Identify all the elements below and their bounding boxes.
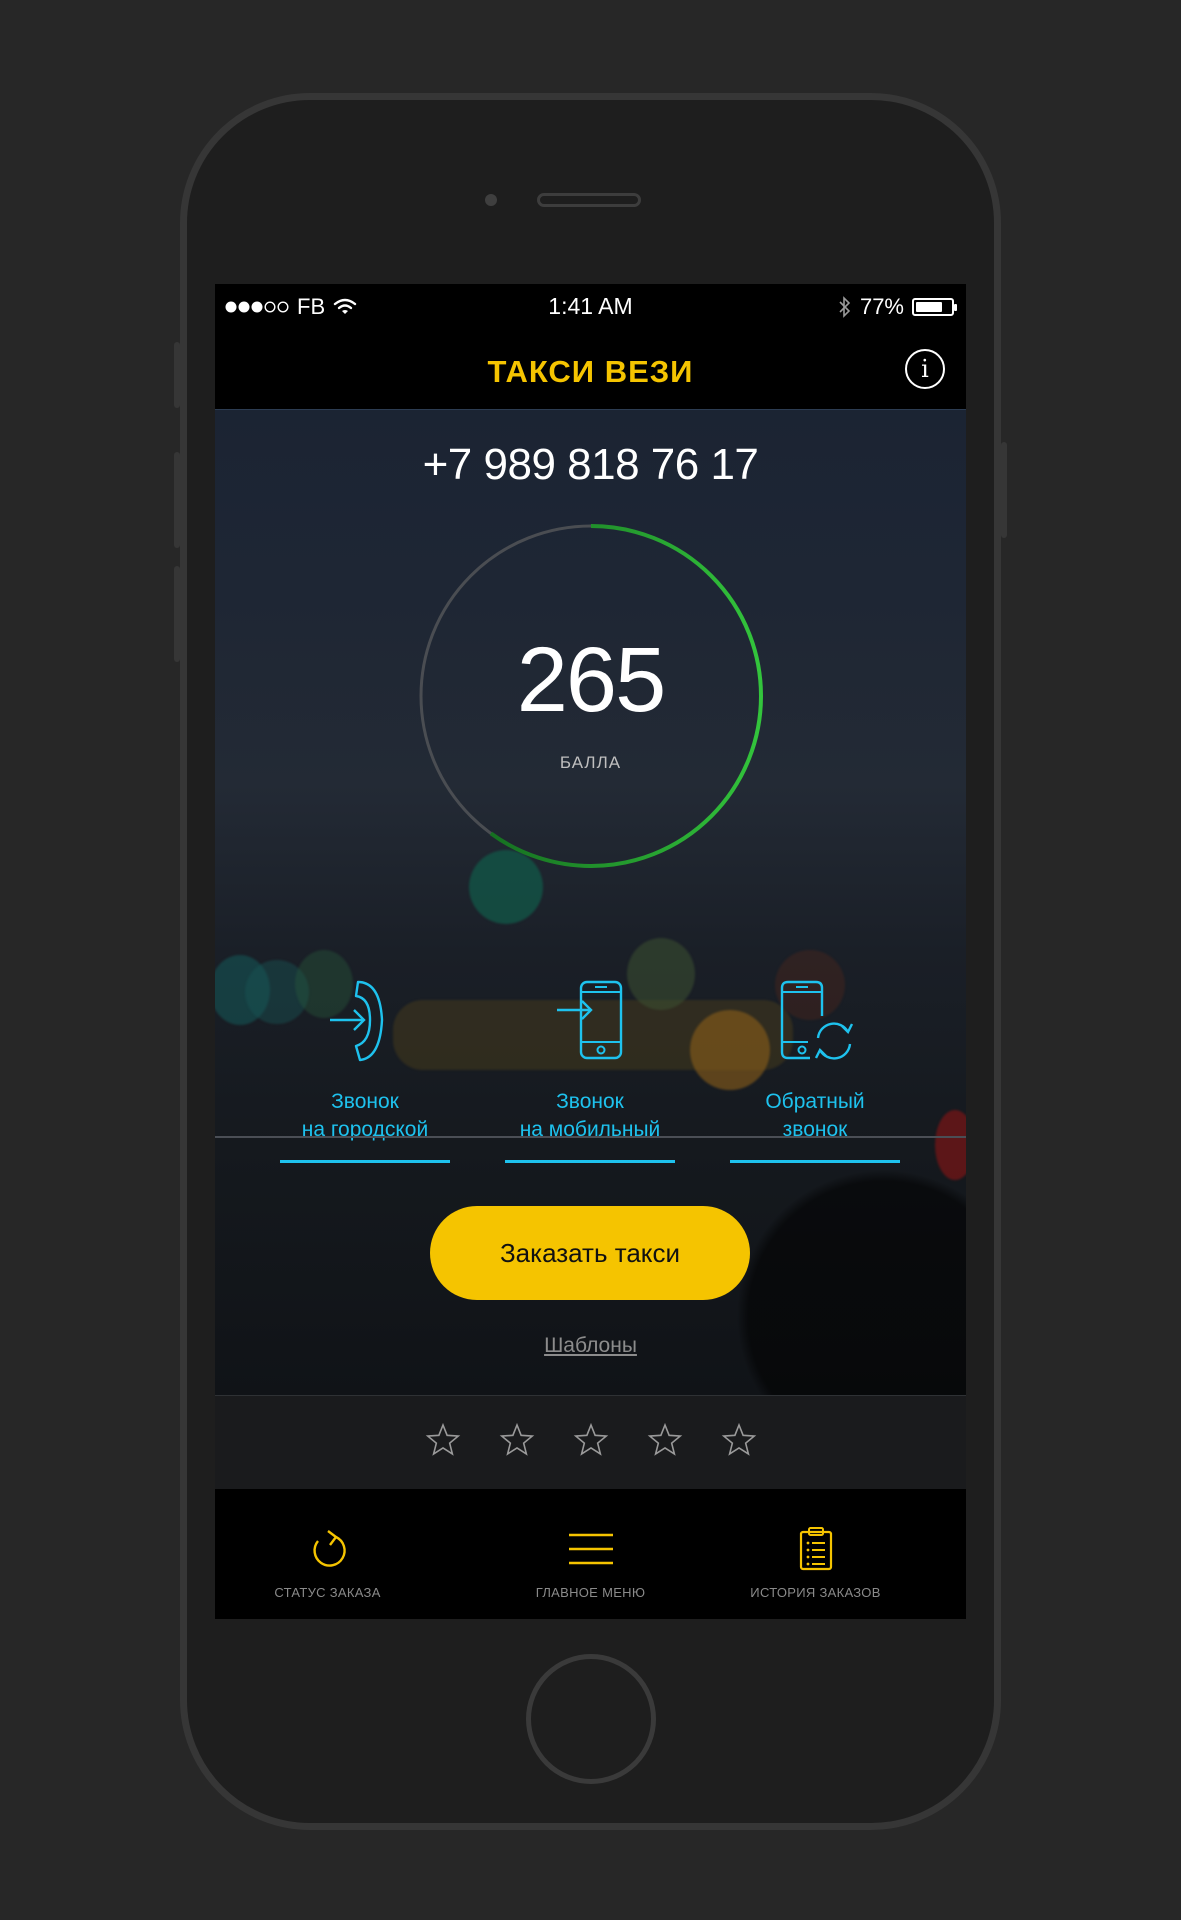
points-label: БАЛЛА [559, 753, 622, 772]
app-header: ТАКСИ ВЕЗИ i [215, 330, 966, 410]
star-icon[interactable] [425, 1422, 461, 1458]
power-button [1001, 442, 1007, 538]
tab-label: СТАТУС ЗАКАЗА [274, 1585, 381, 1600]
star-icon[interactable] [573, 1422, 609, 1458]
background-bokeh [627, 938, 695, 1010]
menu-icon [568, 1533, 613, 1565]
background-bokeh [690, 1010, 770, 1090]
home-button[interactable] [526, 1654, 656, 1784]
tab-label: ГЛАВНОЕ МЕНЮ [535, 1585, 646, 1600]
app-screen: FB 1:41 AM 77% ТАКСИ ВЕЗИ i +7 989 818 7… [215, 284, 966, 1619]
refresh-icon [312, 1530, 346, 1567]
info-icon[interactable]: i [905, 349, 945, 389]
rating-stars [215, 1422, 966, 1458]
order-taxi-button[interactable]: Заказать такси [430, 1206, 750, 1300]
points-value: 265 [516, 629, 667, 731]
callback-icon [780, 980, 854, 1060]
star-icon[interactable] [721, 1422, 757, 1458]
tab-order-status[interactable]: СТАТУС ЗАКАЗА [215, 1489, 440, 1619]
battery-percent: 77% [859, 294, 904, 319]
option-underline [730, 1160, 900, 1163]
status-bar: FB 1:41 AM 77% [215, 284, 966, 330]
volume-down-button [174, 566, 180, 662]
landline-call-icon [330, 980, 384, 1062]
main-content: +7 989 818 76 17 265 БАЛЛА Звонок на гор… [215, 410, 966, 1395]
clipboard-list-icon [799, 1527, 832, 1571]
option-underline [280, 1160, 450, 1163]
bluetooth-icon [839, 296, 851, 318]
user-phone-number: +7 989 818 76 17 [422, 440, 759, 489]
tab-order-history[interactable]: ИСТОРИЯ ЗАКАЗОВ [703, 1489, 928, 1619]
tab-label: ИСТОРИЯ ЗАКАЗОВ [750, 1585, 881, 1600]
option-underline [505, 1160, 675, 1163]
star-icon[interactable] [647, 1422, 683, 1458]
volume-up-button [174, 452, 180, 548]
front-camera [485, 194, 497, 206]
tab-main-menu[interactable]: ГЛАВНОЕ МЕНЮ [478, 1489, 703, 1619]
battery-icon [912, 298, 957, 316]
rating-bar [215, 1395, 966, 1489]
background-bokeh [935, 1110, 966, 1180]
star-icon[interactable] [499, 1422, 535, 1458]
options-divider [215, 1136, 966, 1138]
app-title: ТАКСИ ВЕЗИ [487, 354, 694, 389]
mute-switch [174, 342, 180, 408]
mobile-call-icon [557, 980, 623, 1060]
tab-bar: СТАТУС ЗАКАЗА ГЛАВНОЕ МЕНЮ ИСТОРИЯ ЗАКАЗ… [215, 1489, 966, 1619]
templates-link[interactable]: Шаблоны [215, 1334, 966, 1358]
earpiece-speaker [537, 193, 641, 207]
